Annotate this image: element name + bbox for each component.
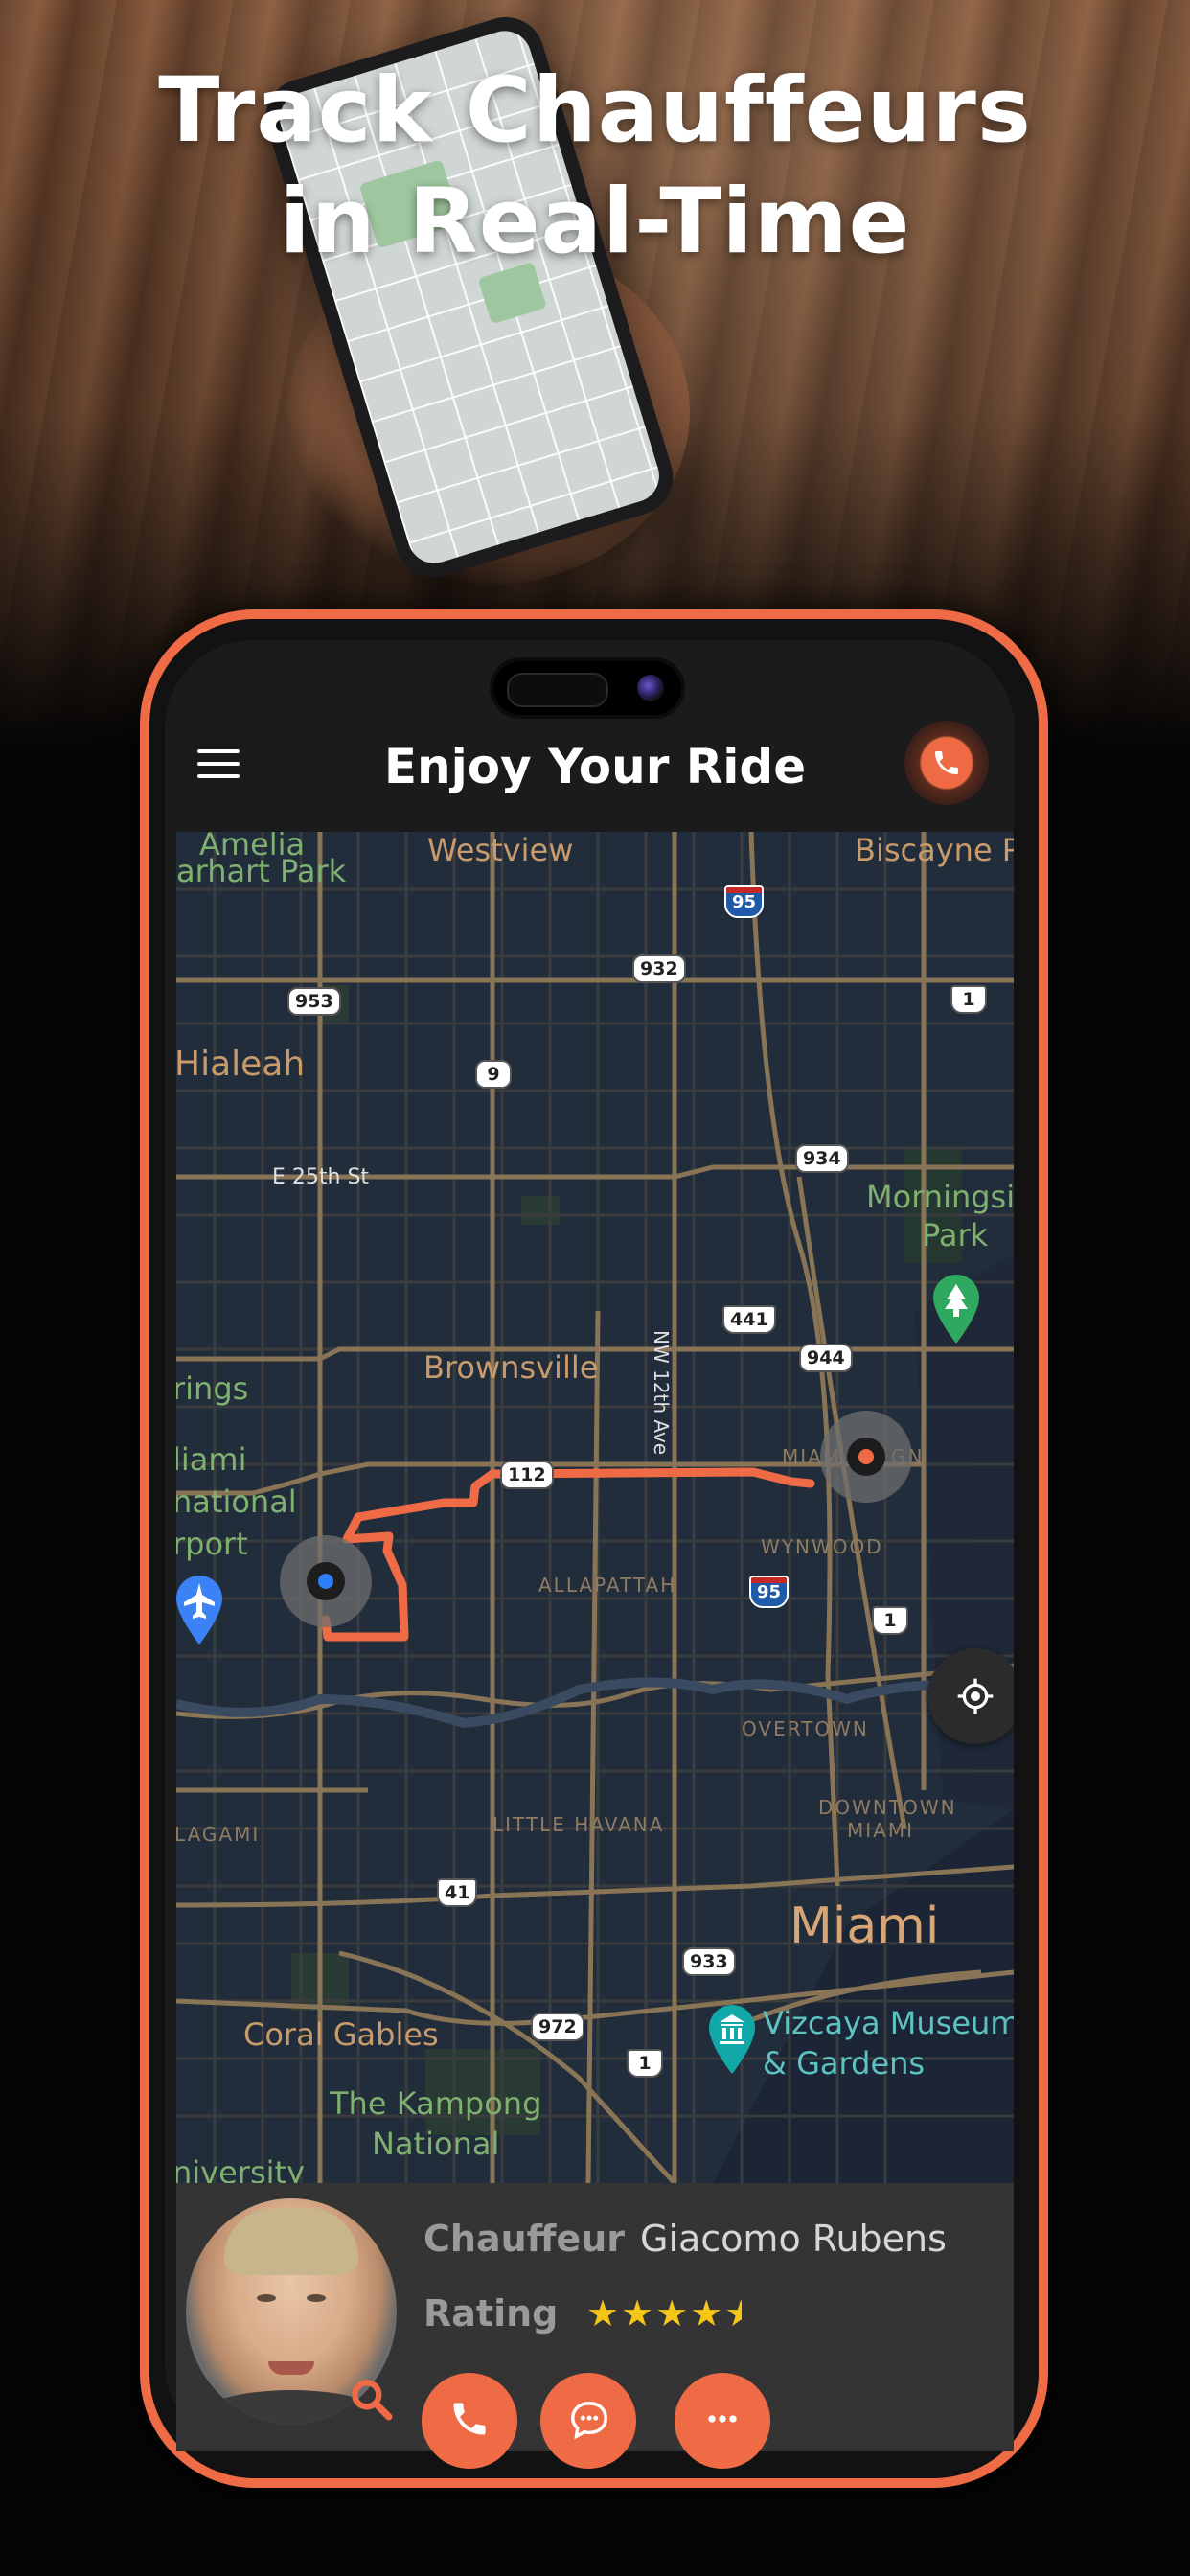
rating-stars: ★★★★★: [586, 2292, 742, 2334]
map-label: The Kampong: [330, 2085, 542, 2122]
hero-title-line1: Track Chauffeurs: [158, 58, 1032, 163]
app-title: Enjoy Your Ride: [383, 739, 807, 794]
chauffeur-name: Giacomo Rubens: [640, 2218, 947, 2260]
map-label: national: [176, 1484, 297, 1520]
map-label: & Gardens: [763, 2045, 926, 2082]
map-label: Biscayne P: [855, 832, 1014, 868]
map-label: WYNWOOD: [761, 1535, 883, 1558]
my-location-button[interactable]: [927, 1648, 1014, 1744]
map-label: Hialeah: [176, 1045, 306, 1084]
dynamic-island: [493, 661, 681, 715]
map-label: DOWNTOWN: [818, 1796, 957, 1819]
pickup-dot: [318, 1574, 333, 1589]
map-label: Miami: [790, 1898, 940, 1955]
route-shield: 112: [500, 1460, 554, 1489]
rating-label: Rating: [423, 2292, 559, 2334]
rating-full-stars: ★★★★: [586, 2292, 725, 2334]
map-label: E 25th St: [272, 1165, 370, 1189]
map-label: Park: [922, 1217, 989, 1254]
search-icon[interactable]: [347, 2375, 395, 2423]
chat-driver-button[interactable]: [540, 2373, 636, 2469]
route-shield: 944: [799, 1344, 853, 1372]
map-label: niversity: [176, 2154, 305, 2183]
front-camera: [637, 675, 664, 702]
map-label: OVERTOWN: [742, 1717, 869, 1740]
map-label: LITTLE HAVANA: [492, 1813, 665, 1836]
dropoff-dot: [858, 1449, 874, 1464]
chauffeur-label: Chauffeur: [423, 2218, 625, 2260]
route-shield: 1: [872, 1606, 908, 1635]
route-shield: 441: [722, 1305, 776, 1334]
museum-pin-icon: [709, 2005, 755, 2074]
map-label: rport: [176, 1526, 248, 1562]
interstate-shield: 95: [749, 1576, 790, 1608]
route-shield: 972: [531, 2012, 584, 2041]
island-sensor: [507, 673, 608, 707]
map-view[interactable]: Amelia arhart Park Westview Biscayne P H…: [176, 832, 1014, 2183]
call-driver-button[interactable]: [422, 2373, 517, 2469]
chat-bubble-icon: [571, 2402, 607, 2440]
phone-icon: [453, 2403, 486, 2435]
map-label: liami: [176, 1441, 247, 1478]
map-label: MIAMI: [847, 1819, 914, 1842]
map-label: Vizcaya Museum: [763, 2005, 1014, 2041]
route-shield: 1: [950, 985, 987, 1014]
map-label: LAGAMI: [176, 1823, 261, 1846]
app-header: Enjoy Your Ride: [176, 713, 1014, 832]
map-label: Coral Gables: [243, 2016, 439, 2053]
route-shield: 932: [632, 954, 686, 983]
map-label: rings: [176, 1370, 249, 1407]
phone-icon: [935, 751, 958, 774]
map-label: ALLAPATTAH: [538, 1574, 677, 1597]
map-label: Morningside: [866, 1179, 1014, 1215]
route-shield: 1: [627, 2049, 663, 2078]
more-options-button[interactable]: [675, 2373, 770, 2469]
map-label: Brownsville: [423, 1349, 599, 1386]
pickup-marker[interactable]: [280, 1535, 372, 1627]
route-shield: 9: [475, 1060, 512, 1089]
map-roads: [176, 832, 1014, 2183]
call-button[interactable]: [904, 721, 989, 805]
route-shield: 933: [682, 1947, 736, 1976]
park-pin-icon: [933, 1275, 979, 1344]
map-label: Westview: [427, 832, 574, 868]
route-shield: 41: [437, 1878, 478, 1907]
crosshair-icon: [957, 1678, 994, 1714]
map-label: NW 12th Ave: [650, 1330, 673, 1456]
dropoff-marker[interactable]: [820, 1411, 912, 1503]
more-dots-icon: [708, 2415, 737, 2423]
driver-sheet: Chauffeur Giacomo Rubens Rating ★★★★★: [176, 2183, 1014, 2469]
airport-pin-icon: [176, 1576, 222, 1644]
route-shield: 934: [795, 1144, 849, 1173]
route-shield: 953: [287, 987, 341, 1016]
hero-title: Track Chauffeurs in Real-Time: [0, 56, 1190, 278]
map-label: arhart Park: [176, 853, 347, 889]
map-label: National: [372, 2126, 500, 2162]
half-star-icon: ★: [724, 2292, 742, 2334]
interstate-shield: 95: [724, 886, 765, 918]
hero-title-line2: in Real-Time: [279, 170, 911, 274]
